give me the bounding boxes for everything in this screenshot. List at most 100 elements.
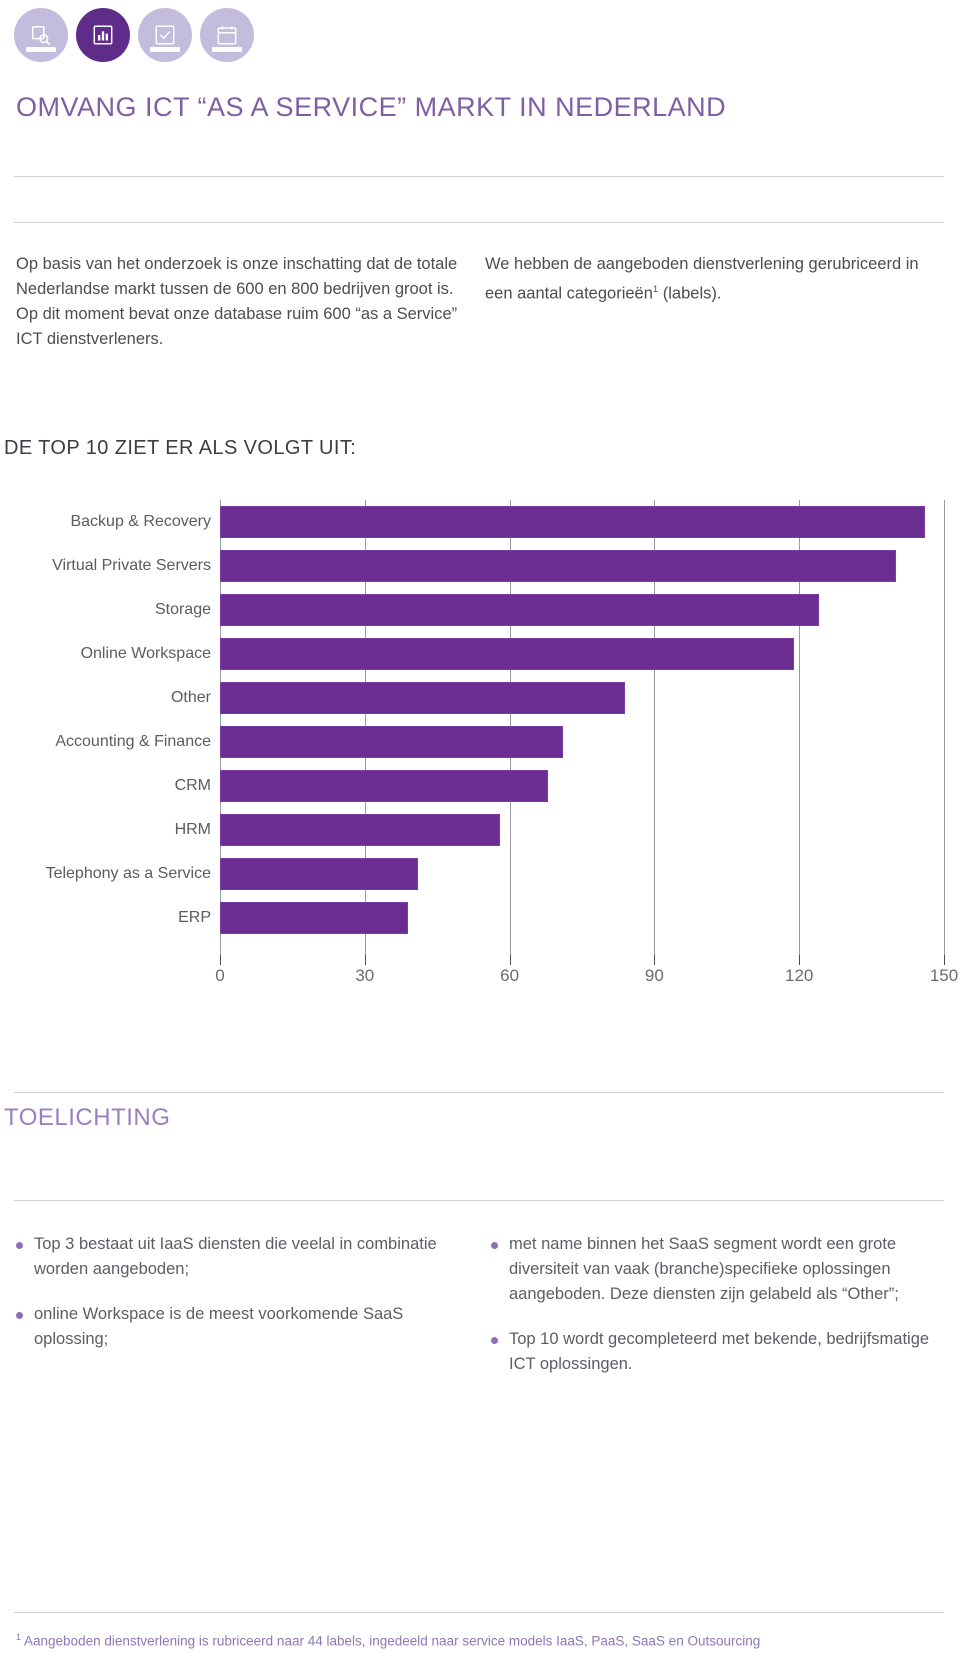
chart-category-label: Storage (154, 601, 211, 618)
bullet-item: Top 10 wordt gecompleteerd met bekende, … (491, 1327, 930, 1377)
chart-category-label: Backup & Recovery (70, 513, 211, 530)
intro-section: Op basis van het onderzoek is onze insch… (16, 252, 930, 352)
intro-right-after: (labels). (658, 284, 722, 303)
icon-underline (26, 47, 56, 52)
calendar-icon-button[interactable] (200, 8, 254, 62)
chart-tick-label: 60 (500, 966, 520, 985)
chart-category-label: Other (170, 689, 211, 706)
toelichting-heading: TOELICHTING (4, 1104, 171, 1131)
chart-bar-track (220, 632, 944, 676)
chart-bar (220, 726, 563, 758)
bullet-item: Top 3 bestaat uit IaaS diensten die veel… (16, 1232, 473, 1282)
checklist-icon (154, 24, 176, 46)
chart-tick-label: 0 (215, 966, 225, 985)
divider-mid (14, 222, 944, 223)
chart-bar-track (220, 544, 944, 588)
chart-tick-label: 90 (644, 966, 664, 985)
chart-bar (220, 902, 409, 934)
chart-bar (220, 506, 925, 538)
section-subheading: DE TOP 10 ZIET ER ALS VOLGT UIT: (4, 437, 357, 459)
chart-tick-label: 30 (355, 966, 375, 985)
bullet-dot-icon (16, 1242, 23, 1249)
page-title: OMVANG ICT “AS A SERVICE” MARKT IN NEDER… (16, 92, 727, 122)
chart-bar-track (220, 896, 944, 940)
bullet-dot-icon (16, 1312, 23, 1319)
chart-bar-row: Other (0, 676, 944, 720)
chart-category-label: Accounting & Finance (55, 733, 211, 750)
chart-bar (220, 682, 626, 714)
chart-tick-label: 150 (929, 966, 959, 985)
chart-tick-mark (799, 955, 801, 965)
icon-underline (212, 47, 242, 52)
chart-bar-row: CRM (0, 764, 944, 808)
page-root: OMVANG ICT “AS A SERVICE” MARKT IN NEDER… (0, 0, 960, 1680)
chart-category-label: Telephony as a Service (45, 865, 211, 882)
chart-tick-mark (654, 955, 656, 965)
chart-bar (220, 858, 418, 890)
chart-bar-row: Accounting & Finance (0, 720, 944, 764)
chart-tick-mark (944, 955, 945, 965)
divider-footnote (14, 1612, 944, 1613)
bullet-text: online Workspace is de meest voorkomende… (34, 1305, 404, 1348)
bar-chart-icon-button[interactable] (76, 8, 130, 62)
chart-bar (220, 550, 896, 582)
chart-bar-row: HRM (0, 808, 944, 852)
chart-bar (220, 814, 500, 846)
bullet-item: met name binnen het SaaS segment wordt e… (491, 1232, 930, 1307)
chart-bar-track (220, 676, 944, 720)
chart-gridline (944, 500, 945, 955)
chart-tick-labels: 0 30 60 90 120 150 (215, 966, 958, 990)
bullet-dot-icon (491, 1242, 498, 1249)
chart-tick-mark (509, 955, 511, 965)
chart-tick-mark (364, 955, 366, 965)
chart-bar (220, 594, 819, 626)
divider-toelichting-top (14, 1092, 944, 1093)
chart-bar-row: Storage (0, 588, 944, 632)
checklist-icon-button[interactable] (138, 8, 192, 62)
chart-category-label: ERP (178, 909, 211, 926)
chart-bar-row: Virtual Private Servers (0, 544, 944, 588)
chart-bar-track (220, 764, 944, 808)
chart-bar-track (220, 852, 944, 896)
bullet-item: online Workspace is de meest voorkomende… (16, 1302, 473, 1352)
calendar-icon (216, 24, 238, 46)
chart-tick-mark (220, 955, 221, 965)
divider-top (14, 176, 944, 177)
chart-bar-row: Backup & Recovery (0, 500, 944, 544)
chart-bar-row: Telephony as a Service (0, 852, 944, 896)
document-search-icon (30, 24, 52, 46)
chart-bar-row: Online Workspace (0, 632, 944, 676)
chart-bar-row: ERP (0, 896, 944, 940)
intro-text-right: We hebben de aangeboden dienstverlening … (485, 252, 926, 307)
bar-chart-icon (92, 24, 114, 46)
chart-category-label: CRM (174, 777, 211, 794)
chart-bar-track (220, 808, 944, 852)
intro-text-left: Op basis van het onderzoek is onze insch… (16, 255, 458, 348)
chart-bar-track (220, 588, 944, 632)
document-search-icon-button[interactable] (14, 8, 68, 62)
icon-underline (150, 47, 180, 52)
footnote-text: Aangeboden dienstverlening is rubriceerd… (21, 1633, 761, 1649)
bullet-text: met name binnen het SaaS segment wordt e… (509, 1235, 899, 1303)
chart-ticks (220, 955, 945, 965)
intro-column-right: We hebben de aangeboden dienstverlening … (471, 252, 926, 352)
top-icon-strip (14, 8, 254, 62)
bullets-column-left: Top 3 bestaat uit IaaS diensten die veel… (16, 1232, 473, 1397)
chart-bar-track (220, 720, 944, 764)
divider-toelichting-bottom (14, 1200, 944, 1201)
chart-bar (220, 770, 549, 802)
bullet-dot-icon (491, 1337, 498, 1344)
chart-bar (220, 638, 795, 670)
chart-category-label: Virtual Private Servers (52, 557, 211, 574)
top10-bar-chart: Backup & Recovery Virtual Private Servers… (0, 500, 958, 1020)
chart-category-label: HRM (174, 821, 211, 838)
bullet-text: Top 10 wordt gecompleteerd met bekende, … (509, 1330, 930, 1373)
chart-bar-rows: Backup & Recovery Virtual Private Servers… (0, 500, 944, 940)
bullets-section: Top 3 bestaat uit IaaS diensten die veel… (16, 1232, 930, 1397)
bullets-column-right: met name binnen het SaaS segment wordt e… (473, 1232, 930, 1397)
chart-bar-track (220, 500, 944, 544)
chart-tick-label: 120 (785, 966, 814, 985)
chart-category-label: Online Workspace (80, 645, 211, 662)
bullet-text: Top 3 bestaat uit IaaS diensten die veel… (34, 1235, 437, 1278)
footnote: 1 Aangeboden dienstverlening is rubricee… (16, 1632, 936, 1649)
